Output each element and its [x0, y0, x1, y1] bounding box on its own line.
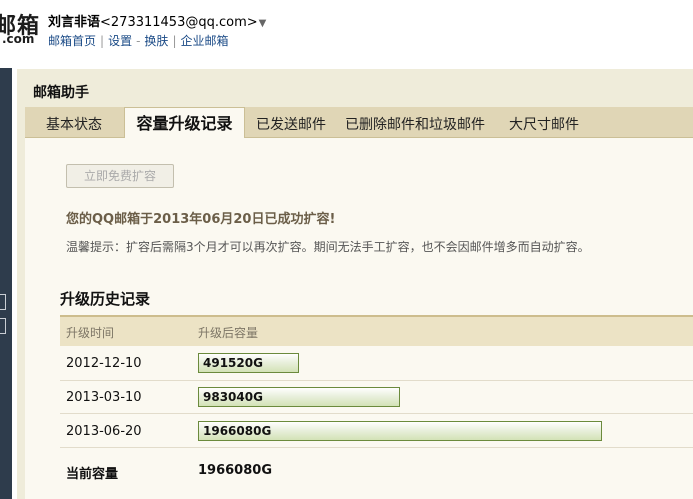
- free-expand-button[interactable]: 立即免费扩容: [66, 164, 174, 188]
- account-dropdown-icon[interactable]: ▼: [259, 18, 267, 29]
- table-row-date: 2012-12-10: [66, 356, 142, 371]
- column-header-time: 升级时间: [66, 326, 115, 340]
- row-divider: [60, 380, 693, 381]
- separator: |: [100, 34, 105, 48]
- tab-large-mail[interactable]: 大尺寸邮件: [509, 114, 579, 134]
- tip-message: 温馨提示：扩容后需隔3个月才可以再次扩容。期间无法手工扩容，也不会因邮件增多而自…: [66, 240, 590, 254]
- user-email: <273311453@qq.com>: [100, 15, 258, 30]
- left-sidebar-rail: [0, 68, 12, 499]
- panel-title: 邮箱助手: [33, 85, 89, 101]
- separator: -: [136, 34, 141, 48]
- success-message: 您的QQ邮箱于2013年06月20日已成功扩容!: [66, 212, 336, 227]
- capacity-bar: 983040G: [198, 387, 400, 407]
- tab-basic-status[interactable]: 基本状态: [46, 114, 102, 134]
- current-capacity-value: 1966080G: [198, 463, 272, 478]
- link-settings[interactable]: 设置: [108, 34, 132, 48]
- row-divider: [60, 447, 693, 448]
- link-mail-home[interactable]: 邮箱首页: [48, 34, 96, 48]
- tab-deleted-and-spam[interactable]: 已删除邮件和垃圾邮件: [345, 114, 485, 134]
- tab-upgrade-history[interactable]: 容量升级记录: [124, 107, 245, 138]
- capacity-bar: 1966080G: [198, 421, 602, 441]
- row-divider: [60, 413, 693, 414]
- sidebar-fragment[interactable]: [0, 294, 6, 310]
- top-nav: 邮箱首页 | 设置 - 换肤 | 企业邮箱: [48, 32, 229, 49]
- separator: |: [172, 34, 177, 48]
- table-row-date: 2013-06-20: [66, 424, 142, 439]
- capacity-bar: 491520G: [198, 353, 299, 373]
- logo-domain: .com: [2, 32, 35, 46]
- current-capacity-label: 当前容量: [66, 467, 119, 482]
- user-name: 刘言非语: [48, 15, 101, 30]
- table-header-row: [60, 315, 693, 346]
- link-enterprise-mail[interactable]: 企业邮箱: [180, 34, 228, 48]
- tab-sent-mail[interactable]: 已发送邮件: [256, 114, 326, 134]
- link-skin[interactable]: 换肤: [144, 34, 168, 48]
- table-row-date: 2013-03-10: [66, 390, 142, 405]
- user-account[interactable]: 刘言非语<273311453@qq.com>▼: [48, 11, 266, 30]
- column-header-capacity: 升级后容量: [198, 326, 259, 340]
- sidebar-fragment[interactable]: [0, 318, 6, 334]
- history-title: 升级历史记录: [60, 290, 151, 308]
